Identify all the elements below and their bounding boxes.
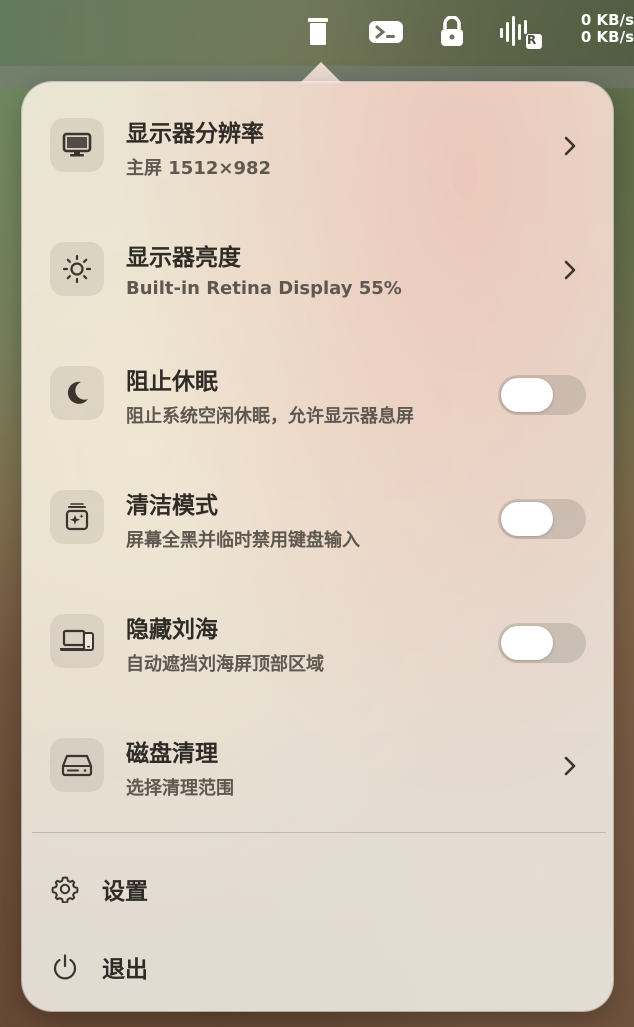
popover-menu: 显示器分辨率 主屏 1512×982 显示器亮度 Built-in Retina… xyxy=(22,82,613,1011)
settings-label: 设置 xyxy=(102,879,148,905)
chevron-right-icon xyxy=(564,136,576,156)
row-prevent-sleep: 阻止休眠 阻止系统空闲休眠，允许显示器息屏 xyxy=(22,334,613,444)
chevron-right-icon xyxy=(564,756,576,776)
row-title: 清洁模式 xyxy=(126,493,218,519)
net-download: 0 KB/s xyxy=(580,28,634,46)
quit-label: 退出 xyxy=(102,957,148,983)
row-display-resolution[interactable]: 显示器分辨率 主屏 1512×982 xyxy=(22,86,613,196)
gear-icon xyxy=(50,874,80,904)
popover-arrow xyxy=(299,62,343,84)
row-title: 显示器分辨率 xyxy=(126,121,264,147)
audio-bars-icon[interactable]: R xyxy=(496,12,546,52)
notch-icon[interactable] xyxy=(300,12,336,52)
sun-icon xyxy=(50,242,104,296)
moon-icon xyxy=(50,366,104,420)
row-subtitle: 主屏 1512×982 xyxy=(126,158,272,179)
row-title: 隐藏刘海 xyxy=(126,617,218,643)
lock-icon[interactable] xyxy=(434,12,470,52)
row-subtitle: 自动遮挡刘海屏顶部区域 xyxy=(126,654,324,675)
menu-bar: R 0 KB/s 0 KB/s xyxy=(0,0,634,66)
row-title: 阻止休眠 xyxy=(126,369,218,395)
quit-button[interactable]: 退出 xyxy=(50,947,148,987)
network-speed: 0 KB/s 0 KB/s xyxy=(576,12,634,46)
row-clean-mode: 清洁模式 屏幕全黑并临时禁用键盘输入 xyxy=(22,458,613,568)
power-icon xyxy=(50,952,80,982)
chevron-right-icon xyxy=(564,260,576,280)
audio-badge: R xyxy=(527,33,537,47)
settings-button[interactable]: 设置 xyxy=(50,869,148,909)
row-title: 显示器亮度 xyxy=(126,245,241,271)
clean-mode-toggle[interactable] xyxy=(498,499,586,539)
clean-icon xyxy=(50,490,104,544)
divider xyxy=(32,832,606,833)
net-upload: 0 KB/s xyxy=(580,11,634,29)
terminal-icon[interactable] xyxy=(366,12,406,52)
toggle-knob xyxy=(501,378,553,412)
row-subtitle: 选择清理范围 xyxy=(126,778,234,799)
disk-icon xyxy=(50,738,104,792)
hide-notch-toggle[interactable] xyxy=(498,623,586,663)
row-display-brightness[interactable]: 显示器亮度 Built-in Retina Display 55% xyxy=(22,210,613,320)
row-disk-cleanup[interactable]: 磁盘清理 选择清理范围 xyxy=(22,706,613,816)
toggle-knob xyxy=(501,502,553,536)
row-subtitle: 屏幕全黑并临时禁用键盘输入 xyxy=(126,530,360,551)
toggle-knob xyxy=(501,626,553,660)
row-hide-notch: 隐藏刘海 自动遮挡刘海屏顶部区域 xyxy=(22,582,613,692)
row-subtitle: 阻止系统空闲休眠，允许显示器息屏 xyxy=(126,406,414,427)
laptop-phone-icon xyxy=(50,614,104,668)
row-title: 磁盘清理 xyxy=(126,741,218,767)
prevent-sleep-toggle[interactable] xyxy=(498,375,586,415)
row-subtitle: Built-in Retina Display 55% xyxy=(126,278,402,299)
display-icon xyxy=(50,118,104,172)
